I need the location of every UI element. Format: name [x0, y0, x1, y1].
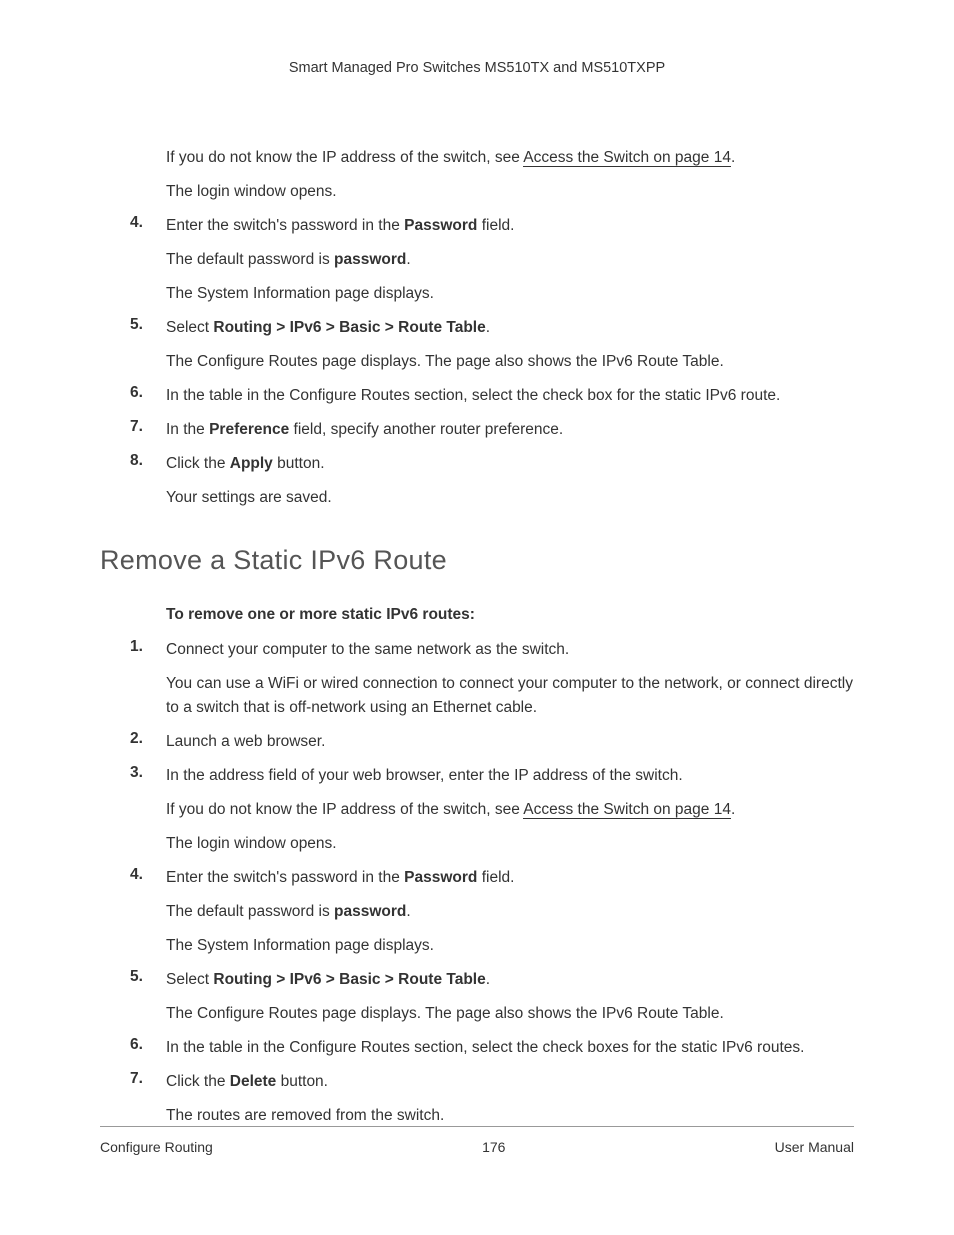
bold-text: password — [334, 251, 406, 268]
step-number: 6. — [130, 1036, 166, 1054]
step-2: 2. Launch a web browser. — [130, 730, 854, 754]
document-header: Smart Managed Pro Switches MS510TX and M… — [100, 60, 854, 76]
step-body: Enter the switch's password in the Passw… — [166, 866, 854, 958]
text: If you do not know the IP address of the… — [166, 149, 523, 166]
step-body: In the table in the Configure Routes sec… — [166, 1036, 854, 1060]
step-body: Select Routing > IPv6 > Basic > Route Ta… — [166, 968, 854, 1026]
step-7: 7. Click the Delete button. The routes a… — [130, 1070, 854, 1128]
bold-text: Routing > IPv6 > Basic > Route Table — [213, 319, 485, 336]
step-number: 8. — [130, 452, 166, 470]
text: Enter the switch's password in the — [166, 869, 404, 886]
footer-right: User Manual — [775, 1139, 854, 1155]
text: If you do not know the IP address of the… — [166, 801, 523, 818]
text: Select — [166, 971, 213, 988]
text: The default password is — [166, 251, 334, 268]
bold-text: Apply — [230, 455, 273, 472]
step-body: Enter the switch's password in the Passw… — [166, 214, 854, 306]
text: In the — [166, 421, 209, 438]
step-body: Select Routing > IPv6 > Basic > Route Ta… — [166, 316, 854, 374]
text: Enter the switch's password in the — [166, 217, 404, 234]
sub-text: Your settings are saved. — [166, 486, 854, 510]
intro-text: To remove one or more static IPv6 routes… — [130, 606, 854, 624]
text: Select — [166, 319, 213, 336]
step-number: 1. — [130, 638, 166, 656]
sub-text: You can use a WiFi or wired connection t… — [166, 672, 854, 720]
bold-text: Preference — [209, 421, 289, 438]
step-7: 7. In the Preference field, specify anot… — [130, 418, 854, 442]
step-3: 3. In the address field of your web brow… — [130, 764, 854, 856]
step-number: 4. — [130, 214, 166, 232]
step-number: 7. — [130, 1070, 166, 1088]
section-heading: Remove a Static IPv6 Route — [100, 545, 854, 576]
step-8: 8. Click the Apply button. Your settings… — [130, 452, 854, 510]
page-footer: Configure Routing 176 User Manual — [100, 1126, 854, 1155]
step-5: 5. Select Routing > IPv6 > Basic > Route… — [130, 316, 854, 374]
text: . — [731, 801, 735, 818]
text: Click the — [166, 1073, 230, 1090]
sub-text: The login window opens. — [166, 832, 854, 856]
sub-text: If you do not know the IP address of the… — [166, 798, 854, 822]
text: . — [731, 149, 735, 166]
text: . — [486, 971, 490, 988]
step-body: In the Preference field, specify another… — [166, 418, 854, 442]
text: . — [406, 903, 410, 920]
step-body: In the address field of your web browser… — [166, 764, 854, 856]
sub-text: The default password is password. — [166, 900, 854, 924]
footer-left: Configure Routing — [100, 1139, 213, 1155]
content-area-2: To remove one or more static IPv6 routes… — [100, 606, 854, 1128]
step-number: 5. — [130, 968, 166, 986]
text: Connect your computer to the same networ… — [166, 641, 569, 658]
text: Click the — [166, 455, 230, 472]
bold-text: Password — [404, 217, 477, 234]
step-6: 6. In the table in the Configure Routes … — [130, 384, 854, 408]
step-number: 7. — [130, 418, 166, 436]
sub-text: The System Information page displays. — [166, 282, 854, 306]
sub-text: The Configure Routes page displays. The … — [166, 1002, 854, 1026]
sub-text: The routes are removed from the switch. — [166, 1104, 854, 1128]
pre-step-text-2: The login window opens. — [130, 180, 854, 204]
step-body: Connect your computer to the same networ… — [166, 638, 854, 720]
step-1: 1. Connect your computer to the same net… — [130, 638, 854, 720]
link-access-switch[interactable]: Access the Switch on page 14 — [523, 801, 731, 819]
text: field. — [477, 869, 514, 886]
text: . — [486, 319, 490, 336]
text: button. — [273, 455, 325, 472]
step-number: 2. — [130, 730, 166, 748]
step-number: 6. — [130, 384, 166, 402]
bold-text: Password — [404, 869, 477, 886]
pre-step-text: If you do not know the IP address of the… — [130, 146, 854, 170]
step-body: Click the Apply button. Your settings ar… — [166, 452, 854, 510]
sub-text: The default password is password. — [166, 248, 854, 272]
link-access-switch[interactable]: Access the Switch on page 14 — [523, 149, 731, 167]
text: The default password is — [166, 903, 334, 920]
sub-text: The Configure Routes page displays. The … — [166, 350, 854, 374]
sub-text: The System Information page displays. — [166, 934, 854, 958]
text: button. — [276, 1073, 328, 1090]
content-area: If you do not know the IP address of the… — [100, 146, 854, 510]
text: In the address field of your web browser… — [166, 767, 683, 784]
step-number: 5. — [130, 316, 166, 334]
step-6: 6. In the table in the Configure Routes … — [130, 1036, 854, 1060]
text: . — [406, 251, 410, 268]
step-4: 4. Enter the switch's password in the Pa… — [130, 866, 854, 958]
step-number: 3. — [130, 764, 166, 782]
step-body: Click the Delete button. The routes are … — [166, 1070, 854, 1128]
bold-text: password — [334, 903, 406, 920]
text: field. — [477, 217, 514, 234]
step-body: In the table in the Configure Routes sec… — [166, 384, 854, 408]
step-number: 4. — [130, 866, 166, 884]
step-5: 5. Select Routing > IPv6 > Basic > Route… — [130, 968, 854, 1026]
bold-text: Routing > IPv6 > Basic > Route Table — [213, 971, 485, 988]
bold-text: Delete — [230, 1073, 277, 1090]
text: field, specify another router preference… — [289, 421, 563, 438]
footer-page-number: 176 — [482, 1139, 505, 1155]
step-4: 4. Enter the switch's password in the Pa… — [130, 214, 854, 306]
step-body: Launch a web browser. — [166, 730, 854, 754]
